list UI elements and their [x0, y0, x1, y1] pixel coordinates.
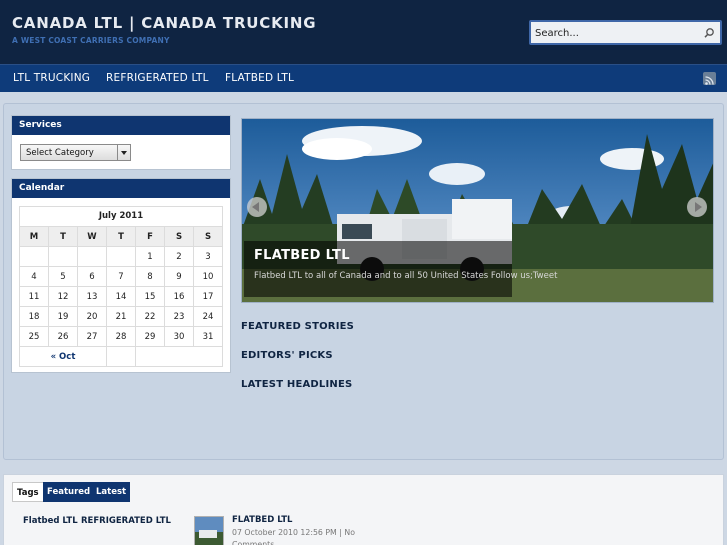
- calendar-day: 26: [48, 326, 78, 347]
- calendar-day: 23: [164, 306, 194, 327]
- calendar-day: 25: [19, 326, 49, 347]
- services-widget: Services Select Category: [11, 115, 231, 170]
- editors-picks-heading[interactable]: EDITORS' PICKS: [241, 350, 333, 361]
- tab-latest[interactable]: Latest: [92, 482, 131, 502]
- calendar-day: 11: [19, 286, 49, 307]
- services-title: Services: [12, 116, 230, 135]
- calendar-day: 28: [106, 326, 136, 347]
- arrow-left-icon[interactable]: [247, 197, 267, 217]
- weekday-label: M: [19, 226, 49, 247]
- weekday-label: S: [164, 226, 194, 247]
- calendar-day: 6: [77, 266, 107, 287]
- calendar-week: 4 5 6 7 8 9 10: [19, 266, 223, 287]
- calendar-day: 3: [193, 246, 223, 267]
- calendar-day: 7: [106, 266, 136, 287]
- slider-caption-title[interactable]: FLATBED LTL: [254, 248, 350, 263]
- calendar-day: 30: [164, 326, 194, 347]
- calendar-month: July 2011: [19, 206, 223, 226]
- nav-item-refrigerated-ltl[interactable]: REFRIGERATED LTL: [106, 72, 209, 84]
- calendar-day: [48, 246, 78, 267]
- calendar-day: [106, 246, 136, 267]
- calendar-day: 12: [48, 286, 78, 307]
- calendar-day: 19: [48, 306, 78, 327]
- featured-stories-heading[interactable]: FEATURED STORIES: [241, 321, 354, 332]
- weekday-label: S: [193, 226, 223, 247]
- calendar-day: 24: [193, 306, 223, 327]
- calendar-day: 14: [106, 286, 136, 307]
- calendar-day: 1: [135, 246, 165, 267]
- tag-link-flatbed-ltl[interactable]: Flatbed LTL: [23, 516, 78, 526]
- featured-slider[interactable]: FLATBED LTL Flatbed LTL to all of Canada…: [241, 118, 714, 303]
- tab-featured[interactable]: Featured: [43, 482, 95, 502]
- calendar-day: [77, 246, 107, 267]
- rss-icon[interactable]: [703, 72, 716, 85]
- calendar-day: 27: [77, 326, 107, 347]
- category-select-value: Select Category: [26, 148, 94, 158]
- calendar-day: 22: [135, 306, 165, 327]
- nav-item-ltl-trucking[interactable]: LTL TRUCKING: [13, 72, 90, 84]
- calendar-empty: [106, 346, 136, 367]
- calendar-day: 18: [19, 306, 49, 327]
- calendar-day: 15: [135, 286, 165, 307]
- weekday-label: F: [135, 226, 165, 247]
- main-nav: LTL TRUCKING REFRIGERATED LTL FLATBED LT…: [0, 64, 727, 92]
- calendar-day: 8: [135, 266, 165, 287]
- site-tagline: A WEST COAST CARRIERS COMPANY: [12, 36, 170, 45]
- calendar-day: [19, 246, 49, 267]
- calendar-nav-row: « Oct: [19, 346, 223, 367]
- calendar-day: 4: [19, 266, 49, 287]
- calendar-day: 21: [106, 306, 136, 327]
- calendar-day: 2: [164, 246, 194, 267]
- arrow-right-icon[interactable]: [687, 197, 707, 217]
- calendar-day: 20: [77, 306, 107, 327]
- calendar-week: 18 19 20 21 22 23 24: [19, 306, 223, 327]
- tab-tags[interactable]: Tags: [12, 482, 44, 502]
- search-input[interactable]: [535, 25, 695, 41]
- calendar-weekday-row: M T W T F S S: [19, 226, 223, 247]
- calendar-day: 10: [193, 266, 223, 287]
- calendar-day: 17: [193, 286, 223, 307]
- search-box: [529, 20, 722, 45]
- calendar-day: 31: [193, 326, 223, 347]
- calendar-next-empty: [135, 346, 223, 367]
- calendar-day: 5: [48, 266, 78, 287]
- site-header: CANADA LTL | CANADA TRUCKING A WEST COAS…: [0, 0, 727, 64]
- calendar-day: 9: [164, 266, 194, 287]
- calendar-day: 29: [135, 326, 165, 347]
- slider-caption: FLATBED LTL Flatbed LTL to all of Canada…: [244, 241, 557, 297]
- calendar-week: 11 12 13 14 15 16 17: [19, 286, 223, 307]
- weekday-label: T: [48, 226, 78, 247]
- calendar-table: July 2011 M T W T F S S 1 2 3 4 5 6 7 8 …: [19, 206, 223, 367]
- weekday-label: T: [106, 226, 136, 247]
- calendar-day: 13: [77, 286, 107, 307]
- post-meta: 07 October 2010 12:56 PM | No Comments: [232, 528, 355, 545]
- calendar-title: Calendar: [12, 179, 230, 198]
- bottom-tabs-panel: Tags Featured Latest Flatbed LTL REFRIGE…: [3, 474, 724, 545]
- nav-item-flatbed-ltl[interactable]: FLATBED LTL: [225, 72, 294, 84]
- tag-link-refrigerated-ltl[interactable]: REFRIGERATED LTL: [81, 516, 171, 526]
- calendar-widget: Calendar July 2011 M T W T F S S 1 2 3 4…: [11, 178, 231, 373]
- calendar-day: 16: [164, 286, 194, 307]
- search-icon[interactable]: [702, 26, 716, 40]
- post-thumbnail[interactable]: [194, 516, 224, 545]
- calendar-prev-link[interactable]: « Oct: [19, 346, 107, 367]
- category-select[interactable]: Select Category: [20, 144, 131, 161]
- chevron-down-icon[interactable]: [117, 145, 130, 160]
- weekday-label: W: [77, 226, 107, 247]
- post-title[interactable]: FLATBED LTL: [232, 515, 292, 525]
- calendar-week: 1 2 3: [19, 246, 223, 267]
- latest-headlines-heading[interactable]: LATEST HEADLINES: [241, 379, 352, 390]
- calendar-week: 25 26 27 28 29 30 31: [19, 326, 223, 347]
- site-title[interactable]: CANADA LTL | CANADA TRUCKING: [12, 14, 316, 32]
- slider-caption-text: Flatbed LTL to all of Canada and to all …: [254, 271, 558, 281]
